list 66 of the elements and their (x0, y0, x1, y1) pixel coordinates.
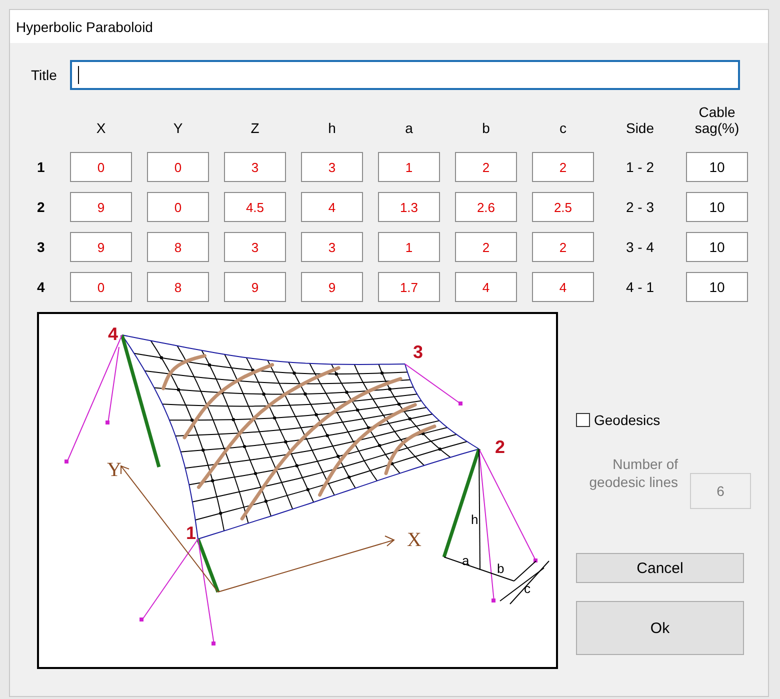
point-label: 2 (495, 437, 506, 457)
column-header: b (481, 120, 491, 138)
value-field[interactable]: 1 (378, 232, 440, 262)
value-field[interactable]: 3 (224, 232, 286, 262)
column-header: X (95, 120, 107, 138)
side-label: 3 - 4 (624, 239, 655, 255)
value-field[interactable]: 2 (532, 232, 594, 262)
cable-sag-field[interactable]: 10 (686, 192, 748, 222)
value-field[interactable]: 1 (378, 152, 440, 182)
column-header: Cable sag(%) (694, 104, 740, 138)
window-title: Hyperbolic Paraboloid (16, 18, 153, 34)
cable-sag-field[interactable]: 10 (686, 152, 748, 182)
value-field[interactable]: 3 (301, 232, 363, 262)
value-field[interactable]: 4 (301, 192, 363, 222)
point-label: 1 (186, 523, 196, 543)
point-label: 3 (413, 342, 424, 362)
value-field[interactable]: 1.3 (378, 192, 440, 222)
value-field[interactable]: 0 (70, 272, 132, 302)
title-label: Title (31, 67, 57, 83)
side-label: 4 - 1 (624, 279, 655, 295)
column-header: c (558, 120, 568, 138)
row-label: 1 (37, 159, 46, 175)
value-field[interactable]: 2 (532, 152, 594, 182)
value-field[interactable]: 2.5 (532, 192, 594, 222)
side-label: 2 - 3 (624, 199, 655, 215)
axis-label: Y (107, 459, 122, 481)
value-field[interactable]: 9 (301, 272, 363, 302)
value-field[interactable]: 3 (301, 152, 363, 182)
value-field[interactable]: 4 (532, 272, 594, 302)
column-header: Z (250, 120, 260, 138)
column-header: Side (624, 120, 656, 138)
row-label: 3 (37, 239, 46, 255)
value-field[interactable]: 0 (70, 152, 132, 182)
dialog-button[interactable]: Cancel (576, 553, 744, 583)
title-field[interactable] (70, 60, 740, 90)
value-field[interactable]: 2 (455, 152, 517, 182)
column-header: a (404, 120, 414, 138)
dimension-label: h (471, 512, 478, 527)
value-field[interactable]: 1.7 (378, 272, 440, 302)
value-field[interactable]: 4.5 (224, 192, 286, 222)
value-field[interactable]: 2.6 (455, 192, 517, 222)
value-field[interactable]: 8 (147, 232, 209, 262)
geodesic-lines-label: Number of geodesic lines (588, 455, 678, 491)
cable-sag-field[interactable]: 10 (686, 272, 748, 302)
geodesics-checkbox[interactable] (576, 413, 590, 427)
value-field[interactable]: 9 (70, 232, 132, 262)
point-label: 4 (108, 324, 118, 344)
row-label: 2 (37, 199, 46, 215)
value-field[interactable]: 2 (455, 232, 517, 262)
value-field[interactable]: 9 (70, 192, 132, 222)
column-header: h (327, 120, 337, 138)
value-field[interactable]: 8 (147, 272, 209, 302)
column-header: Y (172, 120, 184, 138)
value-field[interactable]: 3 (224, 152, 286, 182)
value-field[interactable]: 0 (147, 192, 209, 222)
value-field[interactable]: 9 (224, 272, 286, 302)
row-label: 4 (37, 279, 46, 295)
value-field[interactable]: 0 (147, 152, 209, 182)
geodesics-label: Geodesics (594, 412, 660, 428)
dialog-button[interactable]: Ok (576, 601, 744, 655)
side-label: 1 - 2 (624, 159, 655, 175)
axis-label: X (407, 529, 422, 551)
dimension-label: c (524, 581, 530, 596)
cable-sag-field[interactable]: 10 (686, 232, 748, 262)
dimension-label: b (497, 561, 504, 576)
value-field[interactable]: 4 (455, 272, 517, 302)
